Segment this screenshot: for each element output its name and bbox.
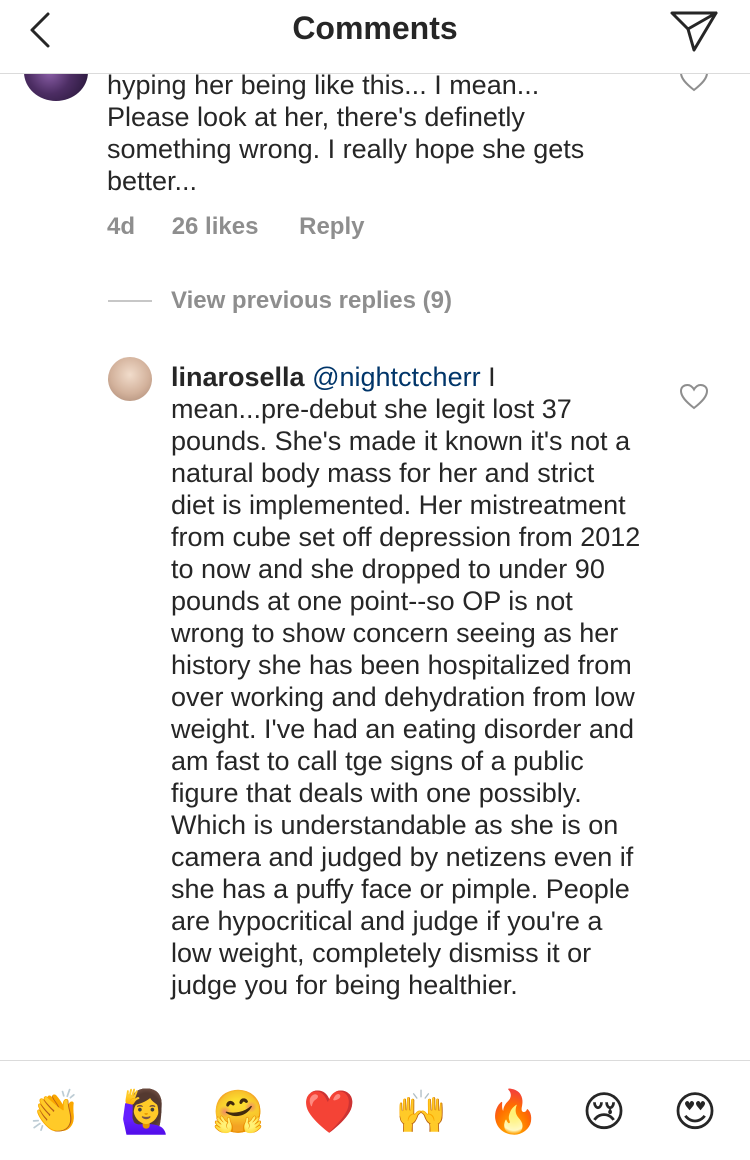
direct-send-icon[interactable]: [668, 6, 720, 54]
raising-hand-emoji[interactable]: 🙋‍♀️: [120, 1087, 172, 1137]
comment-text: hyping her being like this... I mean... …: [107, 73, 585, 196]
reply-comment: linarosella @nightctcherr I mean...pre-d…: [171, 361, 641, 1001]
raising-hands-emoji[interactable]: 🙌: [395, 1087, 447, 1137]
comment-text: I mean...pre-debut she legit lost 37 pou…: [171, 362, 641, 1000]
heart-eyes-emoji[interactable]: 😍: [670, 1087, 720, 1137]
comment-username[interactable]: linarosella: [171, 362, 305, 392]
clapping-hands-emoji[interactable]: 👏: [29, 1087, 81, 1137]
fire-emoji[interactable]: 🔥: [487, 1087, 539, 1137]
comment-likes[interactable]: 26 likes: [172, 213, 259, 241]
page-title: Comments: [292, 10, 458, 46]
view-previous-replies-button[interactable]: View previous replies (9): [171, 287, 452, 315]
crying-face-emoji[interactable]: 😢: [579, 1087, 629, 1137]
red-heart-emoji[interactable]: ❤️: [303, 1087, 355, 1137]
reply-button[interactable]: Reply: [299, 213, 364, 241]
avatar[interactable]: [24, 73, 88, 101]
comment-mention[interactable]: @nightctcherr: [312, 362, 480, 392]
avatar[interactable]: [108, 357, 152, 401]
comment-meta: 4d 26 likes Reply: [107, 213, 364, 241]
like-heart-icon[interactable]: [679, 383, 709, 411]
hugging-face-emoji[interactable]: 🤗: [212, 1087, 264, 1137]
like-heart-icon[interactable]: [679, 73, 709, 93]
quick-reaction-bar: 👏 🙋‍♀️ 🤗 ❤️ 🙌 🔥 😢 😍: [0, 1060, 750, 1160]
comment-age: 4d: [107, 213, 136, 240]
divider: [108, 300, 152, 302]
header-bar: Comments: [0, 0, 750, 74]
comments-list[interactable]: hyping her being like this... I mean... …: [0, 73, 750, 1060]
